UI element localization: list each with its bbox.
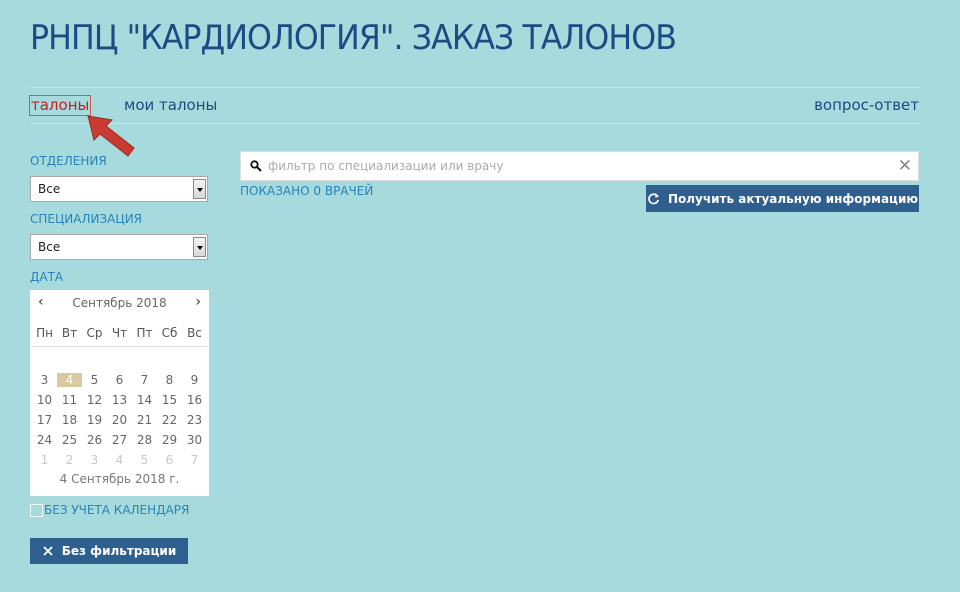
calendar-day[interactable]: 6	[157, 453, 182, 467]
reset-filters-button[interactable]: Без фильтрации	[30, 538, 188, 564]
calendar-day[interactable]: 11	[57, 393, 82, 407]
calendar-day[interactable]: 4	[57, 373, 82, 387]
shown-count: ПОКАЗАНО 0 ВРАЧЕЙ	[240, 184, 374, 198]
chevron-down-icon[interactable]	[193, 179, 206, 199]
nav-talons[interactable]: талоны	[29, 95, 92, 116]
refresh-info-label: Получить актуальную информацию	[667, 191, 919, 206]
calendar-day[interactable]: 20	[107, 413, 132, 427]
calendar-day[interactable]: 15	[157, 393, 182, 407]
calendar-day[interactable]: 22	[157, 413, 182, 427]
calendar-month: Сентябрь 2018	[72, 296, 167, 310]
calendar-day[interactable]: 5	[82, 373, 107, 387]
calendar-day[interactable]: 30	[182, 433, 207, 447]
date-label: ДАТА	[30, 270, 64, 284]
calendar-day[interactable]: 1	[32, 453, 57, 467]
weekday-header: Сб	[161, 326, 178, 340]
calendar-day[interactable]: 3	[32, 373, 57, 387]
calendar-week-row: 3456789	[32, 370, 207, 390]
chevron-down-icon[interactable]	[193, 237, 206, 257]
calendar-day[interactable]: 26	[82, 433, 107, 447]
calendar-day[interactable]: 29	[157, 433, 182, 447]
search-placeholder: фильтр по специализации или врачу	[268, 159, 504, 173]
calendar-day[interactable]: 2	[57, 453, 82, 467]
calendar-day[interactable]: 3	[82, 453, 107, 467]
specialization-label: СПЕЦИАЛИЗАЦИЯ	[30, 212, 143, 226]
weekday-header: Пт	[136, 326, 153, 340]
weekday-row: Пн Вт Ср Чт Пт Сб Вс	[32, 323, 207, 343]
calendar-week-row: 24 25 26 27 28 29 30	[32, 430, 207, 450]
ignore-calendar-checkbox[interactable]	[30, 503, 43, 517]
calendar-grid: ПнВтСрЧтПтСбВс 1234567891011121314151617…	[32, 323, 207, 470]
calendar-day[interactable]: 4	[107, 453, 132, 467]
date-picker: ‹ Сентябрь 2018 › ПнВтСрЧтПтСбВс 1234567…	[30, 290, 209, 496]
department-label: ОТДЕЛЕНИЯ	[30, 154, 107, 168]
nav-my-talons[interactable]: мои талоны	[124, 96, 217, 114]
calendar-day[interactable]: 6	[107, 373, 132, 387]
calendar-day[interactable]: 7	[182, 453, 207, 467]
calendar-day[interactable]: 13	[107, 393, 132, 407]
calendar-week-row: 17 18 19 20 21 22 23	[32, 410, 207, 430]
weekday-header: Чт	[111, 326, 128, 340]
weekday-header: Вт	[61, 326, 78, 340]
search-field[interactable]: фильтр по специализации или врачу ✕	[240, 151, 919, 181]
ignore-calendar-label: БЕЗ УЧЕТА КАЛЕНДАРЯ	[44, 503, 190, 517]
refresh-icon	[648, 192, 660, 205]
calendar-next-button[interactable]: ›	[195, 294, 201, 310]
calendar-day[interactable]: 27	[107, 433, 132, 447]
calendar-day[interactable]: 23	[182, 413, 207, 427]
calendar-selected-date: 4 Сентябрь 2018 г.	[59, 472, 180, 486]
calendar-week-row: 1234567	[32, 450, 207, 470]
calendar-day[interactable]: 17	[32, 413, 57, 427]
calendar-day[interactable]: 21	[132, 413, 157, 427]
specialization-value: Все	[38, 240, 61, 254]
calendar-day[interactable]: 28	[132, 433, 157, 447]
ignore-calendar-option[interactable]: БЕЗ УЧЕТА КАЛЕНДАРЯ	[30, 503, 189, 517]
calendar-day[interactable]: 19	[82, 413, 107, 427]
weekday-header: Ср	[86, 326, 103, 340]
calendar-day[interactable]: 5	[132, 453, 157, 467]
department-select[interactable]: Все	[30, 176, 208, 202]
calendar-day[interactable]: 25	[57, 433, 82, 447]
calendar-day[interactable]: 18	[57, 413, 82, 427]
weekday-header: Пн	[36, 326, 53, 340]
calendar-week-row: 10 11 12 13 14 15 16	[32, 390, 207, 410]
calendar-day[interactable]: 14	[132, 393, 157, 407]
calendar-divider	[32, 346, 207, 347]
specialization-select[interactable]: Все	[30, 234, 208, 260]
refresh-info-button[interactable]: Получить актуальную информацию	[646, 185, 919, 212]
reset-filters-label: Без фильтрации	[61, 544, 177, 558]
page-title: РНПЦ "КАРДИОЛОГИЯ". ЗАКАЗ ТАЛОНОВ	[30, 18, 677, 58]
calendar-day[interactable]: 16	[182, 393, 207, 407]
calendar-day[interactable]: 8	[157, 373, 182, 387]
calendar-day[interactable]: 12	[82, 393, 107, 407]
calendar-day[interactable]: 7	[132, 373, 157, 387]
pointer-arrow-icon	[87, 115, 135, 157]
calendar-day[interactable]: 9	[182, 373, 207, 387]
calendar-day[interactable]: 10	[32, 393, 57, 407]
weekday-header: Вс	[187, 326, 202, 340]
divider-bottom	[30, 123, 920, 124]
department-value: Все	[38, 182, 61, 196]
nav-faq[interactable]: вопрос-ответ	[814, 96, 919, 114]
close-icon[interactable]: ✕	[898, 156, 912, 176]
calendar-day[interactable]: 24	[32, 433, 57, 447]
search-icon	[250, 160, 262, 172]
close-icon	[43, 546, 53, 556]
divider-top	[30, 87, 920, 88]
calendar-week-row: 12	[32, 350, 207, 370]
